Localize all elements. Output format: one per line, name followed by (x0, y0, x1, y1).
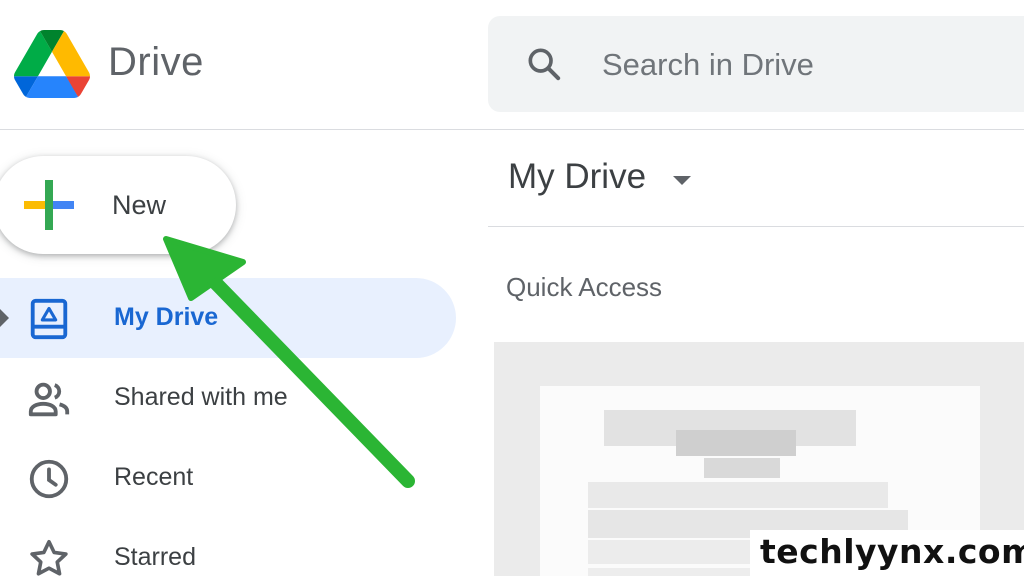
divider (488, 226, 1024, 227)
sidebar-item-recent[interactable]: Recent (0, 438, 456, 518)
watermark-text: techlyynx.com (760, 532, 1024, 571)
sidebar-item-label: Recent (114, 463, 194, 491)
quick-access-heading: Quick Access (506, 272, 663, 302)
sidebar-item-shared-with-me[interactable]: Shared with me (0, 358, 456, 438)
search-input[interactable] (602, 42, 1002, 88)
sidebar-item-label: Shared with me (114, 383, 288, 411)
chevron-down-icon[interactable] (670, 174, 694, 188)
sidebar-item-label: Starred (114, 543, 196, 571)
expand-caret-icon[interactable] (0, 309, 9, 327)
sidebar-item-my-drive[interactable]: My Drive (0, 278, 456, 358)
google-drive-logo-icon[interactable] (14, 30, 90, 98)
page-title[interactable]: My Drive (508, 157, 646, 197)
search-icon[interactable] (524, 44, 564, 84)
sidebar-item-starred[interactable]: Starred (0, 518, 456, 576)
new-button-label: New (112, 190, 167, 220)
people-icon (28, 382, 70, 417)
plus-icon (24, 180, 74, 230)
star-icon (30, 539, 68, 576)
watermark: techlyynx.com (750, 530, 1024, 576)
clock-icon (29, 459, 69, 499)
app-header: Drive (0, 0, 1024, 130)
sidebar-item-label: My Drive (114, 303, 219, 331)
my-drive-icon (30, 298, 68, 340)
app-name: Drive (108, 40, 204, 84)
